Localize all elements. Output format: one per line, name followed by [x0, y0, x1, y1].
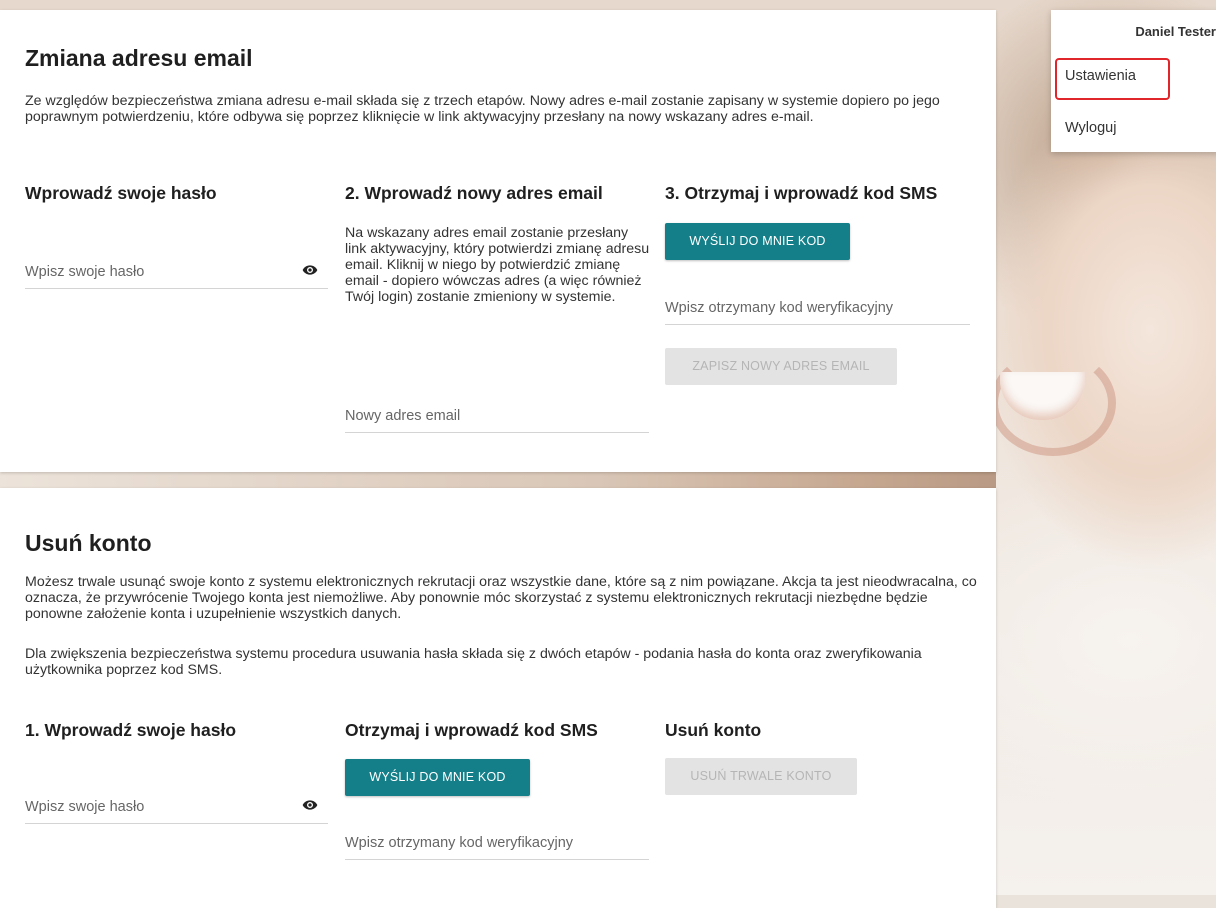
section-divider — [0, 472, 996, 488]
verification-code-input[interactable]: Wpisz otrzymany kod weryfikacyjny — [665, 294, 970, 325]
delete-step3-heading: Usuń konto — [665, 720, 762, 740]
email-step1-heading: Wprowadź swoje hasło — [25, 183, 217, 203]
email-change-title: Zmiana adresu email — [25, 45, 253, 71]
email-change-card: Zmiana adresu email Ze względów bezpiecz… — [0, 10, 996, 472]
delete-verification-code-input[interactable]: Wpisz otrzymany kod weryfikacyjny — [345, 829, 649, 860]
delete-send-code-button[interactable]: WYŚLIJ DO MNIE KOD — [345, 759, 530, 796]
delete-password-field[interactable]: Wpisz swoje hasło — [25, 793, 328, 824]
new-email-input[interactable]: Nowy adres email — [345, 402, 649, 433]
save-new-email-button[interactable]: ZAPISZ NOWY ADRES EMAIL — [665, 348, 897, 385]
settings-highlight-box — [1055, 58, 1170, 100]
email-change-description: Ze względów bezpieczeństwa zmiana adresu… — [25, 93, 940, 125]
code-placeholder: Wpisz otrzymany kod weryfikacyjny — [345, 835, 574, 851]
code-placeholder: Wpisz otrzymany kod weryfikacyjny — [665, 300, 894, 316]
password-placeholder: Wpisz swoje hasło — [25, 799, 145, 815]
password-placeholder: Wpisz swoje hasło — [25, 264, 145, 280]
email-password-field[interactable]: Wpisz swoje hasło — [25, 258, 328, 289]
user-name: Daniel Tester — [1135, 24, 1216, 39]
delete-step1-heading: 1. Wprowadź swoje hasło — [25, 720, 237, 740]
delete-account-button[interactable]: USUŃ TRWALE KONTO — [665, 758, 857, 795]
email-step3-heading: 3. Otrzymaj i wprowadź kod SMS — [665, 183, 938, 203]
email-step2-heading: 2. Wprowadź nowy adres email — [345, 183, 603, 203]
eye-icon[interactable] — [302, 262, 318, 278]
email-placeholder: Nowy adres email — [345, 408, 461, 424]
delete-account-description: Możesz trwale usunąć swoje konto z syste… — [25, 574, 977, 622]
delete-step2-heading: Otrzymaj i wprowadź kod SMS — [345, 720, 598, 740]
eye-icon[interactable] — [302, 797, 318, 813]
delete-account-procedure: Dla zwiększenia bezpieczeństwa systemu p… — [25, 646, 922, 678]
email-step2-text: Na wskazany adres email zostanie przesła… — [345, 225, 650, 305]
delete-account-title: Usuń konto — [25, 530, 152, 556]
delete-account-card: Usuń konto Możesz trwale usunąć swoje ko… — [0, 488, 996, 908]
send-code-button[interactable]: WYŚLIJ DO MNIE KOD — [665, 223, 850, 260]
menu-item-logout[interactable]: Wyloguj — [1065, 120, 1116, 136]
